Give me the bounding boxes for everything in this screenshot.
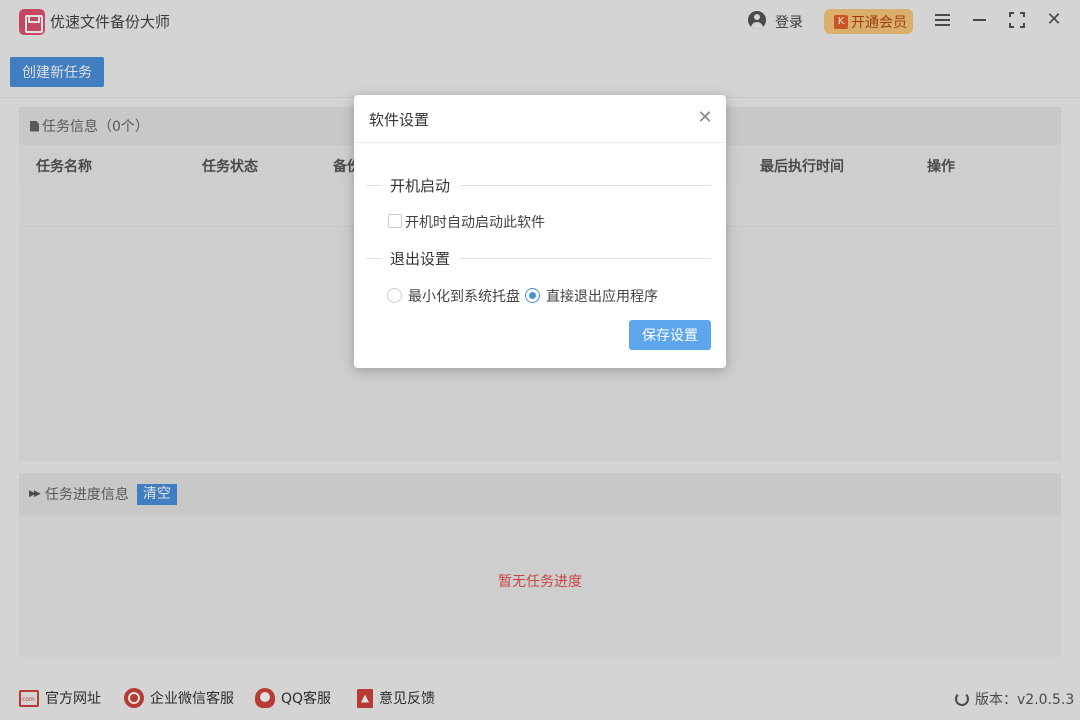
- startup-section: 开机启动: [366, 175, 711, 195]
- exit-section: 退出设置: [366, 248, 711, 268]
- dialog-title: 软件设置: [369, 111, 430, 129]
- startup-section-label: 开机启动: [390, 177, 451, 195]
- exit-app-label[interactable]: 直接退出应用程序: [546, 286, 658, 306]
- startup-checkbox-label[interactable]: 开机时自动启动此软件: [405, 212, 545, 232]
- exit-section-label: 退出设置: [390, 250, 451, 268]
- dialog-close-icon[interactable]: ✕: [694, 107, 716, 129]
- dialog-header: 软件设置 ✕: [354, 95, 726, 143]
- exit-app-radio[interactable]: [525, 288, 540, 303]
- minimize-tray-label[interactable]: 最小化到系统托盘: [408, 286, 520, 306]
- save-settings-button[interactable]: 保存设置: [629, 320, 711, 350]
- minimize-tray-radio[interactable]: [387, 288, 402, 303]
- settings-dialog: 软件设置 ✕ 开机启动 开机时自动启动此软件 退出设置 最小化到系统托盘 直接退…: [354, 95, 726, 368]
- startup-checkbox[interactable]: [388, 214, 402, 228]
